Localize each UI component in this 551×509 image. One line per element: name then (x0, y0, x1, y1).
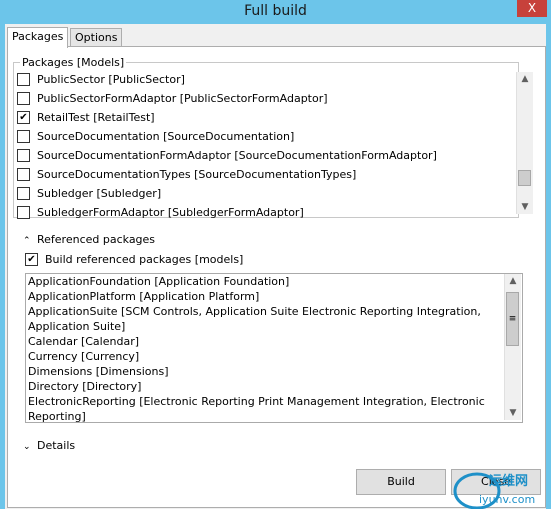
packages-group-legend: Packages [Models] (22, 56, 125, 69)
package-label: SourceDocumentation [SourceDocumentation… (37, 130, 295, 143)
scroll-thumb[interactable] (518, 170, 531, 186)
package-label: RetailTest [RetailTest] (37, 111, 155, 124)
scroll-down-icon[interactable]: ▼ (517, 200, 533, 214)
package-item[interactable]: SourceDocumentation [SourceDocumentation… (17, 127, 497, 146)
package-checkbox[interactable] (17, 92, 30, 105)
list-item: Dimensions [Dimensions] (28, 365, 169, 378)
package-item[interactable]: Subledger [Subledger] (17, 184, 497, 203)
build-referenced-label: Build referenced packages [models] (45, 253, 244, 266)
chevron-down-icon: ⌄ (23, 442, 31, 452)
tab-packages-label: Packages (12, 30, 64, 43)
list-item: ApplicationFoundation [Application Found… (28, 275, 290, 288)
list-item: ApplicationSuite [SCM Controls, Applicat… (28, 305, 481, 318)
window-close-button[interactable]: X (517, 0, 547, 17)
package-item[interactable]: PublicSectorFormAdaptor [PublicSectorFor… (17, 89, 497, 108)
dialog-body: Packages Options Packages [Models] Publi… (5, 24, 546, 509)
package-item[interactable]: SourceDocumentationFormAdaptor [SourceDo… (17, 146, 497, 165)
package-checkbox[interactable] (17, 149, 30, 162)
packages-scrollbar[interactable]: ▲ ▼ (516, 72, 533, 214)
chevron-up-icon: ⌃ (23, 236, 31, 246)
referenced-packages-header[interactable]: ⌃ Referenced packages (23, 233, 155, 246)
package-label: SourceDocumentationTypes [SourceDocument… (37, 168, 357, 181)
list-item: Application Suite] (28, 320, 126, 333)
details-header[interactable]: ⌄ Details (23, 439, 75, 452)
package-label: Subledger [Subledger] (37, 187, 162, 200)
list-item: Directory [Directory] (28, 380, 142, 393)
package-label: PublicSectorFormAdaptor [PublicSectorFor… (37, 92, 328, 105)
referenced-items: ApplicationFoundation [Application Found… (28, 274, 504, 423)
list-item: ApplicationPlatform [Application Platfor… (28, 290, 260, 303)
build-referenced-row[interactable]: ✔ Build referenced packages [models] (25, 250, 325, 269)
list-item: Calendar [Calendar] (28, 335, 140, 348)
package-item[interactable]: ✔ RetailTest [RetailTest] (17, 108, 497, 127)
package-checkbox[interactable] (17, 168, 30, 181)
list-item: Currency [Currency] (28, 350, 140, 363)
scroll-thumb[interactable]: ≡ (506, 292, 519, 346)
package-item[interactable]: SourceDocumentationTypes [SourceDocument… (17, 165, 497, 184)
tab-options-label: Options (75, 31, 118, 44)
package-checkbox-checked[interactable]: ✔ (17, 111, 30, 124)
tab-packages[interactable]: Packages (7, 27, 69, 48)
package-item[interactable]: SubledgerFormAdaptor [SubledgerFormAdapt… (17, 203, 497, 222)
scroll-up-icon[interactable]: ▲ (505, 274, 521, 288)
list-item: ElectronicReporting [Electronic Reportin… (28, 395, 485, 408)
tab-options[interactable]: Options (70, 28, 123, 47)
package-checkbox[interactable] (17, 73, 30, 86)
scroll-down-icon[interactable]: ▼ (505, 406, 521, 420)
referenced-packages-label: Referenced packages (37, 233, 156, 246)
package-checkbox[interactable] (17, 130, 30, 143)
package-checkbox[interactable] (17, 187, 30, 200)
referenced-packages-list: ApplicationFoundation [Application Found… (25, 273, 523, 423)
title-bar: Full build X (0, 0, 551, 23)
list-item: Reporting] (28, 410, 86, 423)
packages-list: PublicSector [PublicSector] PublicSector… (17, 70, 497, 222)
watermark-text-cn: 运维网 (489, 473, 528, 489)
scroll-up-icon[interactable]: ▲ (517, 72, 533, 86)
referenced-scrollbar[interactable]: ▲ ≡ ▼ (504, 274, 521, 420)
build-referenced-checkbox[interactable]: ✔ (25, 253, 38, 266)
package-label: PublicSector [PublicSector] (37, 73, 185, 86)
watermark-text-url: iyunv.com (479, 493, 535, 506)
package-item[interactable]: PublicSector [PublicSector] (17, 70, 497, 89)
package-checkbox[interactable] (17, 206, 30, 219)
package-label: SubledgerFormAdaptor [SubledgerFormAdapt… (37, 206, 304, 219)
package-label: SourceDocumentationFormAdaptor [SourceDo… (37, 149, 437, 162)
watermark-logo: 运维网 iyunv.com (453, 472, 535, 509)
details-label: Details (37, 439, 76, 452)
build-button[interactable]: Build (356, 469, 446, 495)
window-title: Full build (244, 3, 307, 19)
